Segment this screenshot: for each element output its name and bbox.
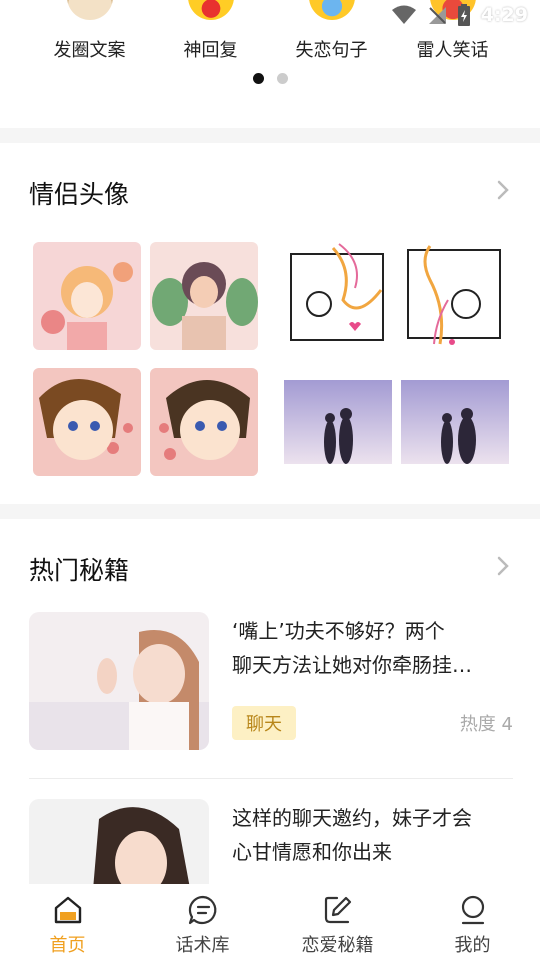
hot-tips-section: 热门秘籍 ‘嘴上’功夫不够好？两个 聊天方法让她对你牵肠挂… 聊天 热度 4 这… <box>0 519 540 937</box>
article-thumbnail <box>29 612 209 750</box>
profile-icon <box>461 895 484 925</box>
category-label: 雷人笑话 <box>416 40 489 61</box>
avatar-image-doodle-left[interactable] <box>283 240 391 348</box>
bottom-nav: 首页 话术库 恋爱秘籍 我的 <box>0 884 540 960</box>
avatar-image-doodle-right[interactable] <box>400 240 508 348</box>
avatar-image-girl[interactable] <box>33 242 141 350</box>
no-signal-icon <box>428 7 446 24</box>
nav-label: 首页 <box>49 935 86 956</box>
article-title-line: ‘嘴上’功夫不够好？两个 <box>232 619 445 643</box>
status-time: 4:29 <box>480 4 528 26</box>
wifi-icon <box>391 5 416 24</box>
category-label: 神回复 <box>183 40 238 61</box>
avatar-image-boy[interactable] <box>150 242 258 350</box>
article-title-line: 心甘情愿和你出来 <box>232 840 392 864</box>
article-tag[interactable]: 聊天 <box>232 706 296 740</box>
section-title: 情侣头像 <box>29 180 130 209</box>
battery-icon <box>457 4 470 26</box>
status-bar: 4:29 <box>0 0 540 36</box>
carousel-indicator <box>253 73 288 84</box>
article-card[interactable]: ‘嘴上’功夫不够好？两个 聊天方法让她对你牵肠挂… 聊天 热度 4 <box>29 612 513 752</box>
avatar-image-detective-girl[interactable] <box>33 368 141 476</box>
nav-label: 话术库 <box>175 935 230 956</box>
nav-label: 我的 <box>454 935 491 956</box>
chevron-right-icon[interactable] <box>496 179 510 201</box>
article-title-line: 聊天方法让她对你牵肠挂… <box>232 653 472 677</box>
edit-note-icon <box>324 896 351 924</box>
couple-avatars-section: 情侣头像 <box>0 143 540 504</box>
avatar-image-silhouette-right[interactable] <box>401 380 509 464</box>
avatar-image-silhouette-left[interactable] <box>284 380 392 464</box>
status-icons: 4:29 <box>391 4 528 26</box>
nav-label: 恋爱秘籍 <box>301 935 374 956</box>
nav-profile[interactable]: 我的 <box>405 884 540 960</box>
article-title-line: 这样的聊天邀约，妹子才会 <box>232 806 472 830</box>
section-title: 热门秘籍 <box>29 556 130 585</box>
article-heat: 热度 4 <box>459 714 513 735</box>
home-icon <box>54 896 81 924</box>
carousel-dot-active[interactable] <box>253 73 264 84</box>
chevron-right-icon[interactable] <box>496 555 510 577</box>
chat-bubble-icon <box>188 895 216 925</box>
category-label: 发圈文案 <box>53 40 126 61</box>
article-title: ‘嘴上’功夫不够好？两个 聊天方法让她对你牵肠挂… <box>232 614 514 682</box>
category-label: 失恋句子 <box>295 40 368 61</box>
nav-home[interactable]: 首页 <box>0 884 135 960</box>
divider <box>29 778 513 779</box>
avatar-image-detective-boy[interactable] <box>150 368 258 476</box>
article-title: 这样的聊天邀约，妹子才会 心甘情愿和你出来 <box>232 801 514 869</box>
nav-phrases[interactable]: 话术库 <box>135 884 270 960</box>
nav-love-tips[interactable]: 恋爱秘籍 <box>270 884 405 960</box>
carousel-dot[interactable] <box>277 73 288 84</box>
